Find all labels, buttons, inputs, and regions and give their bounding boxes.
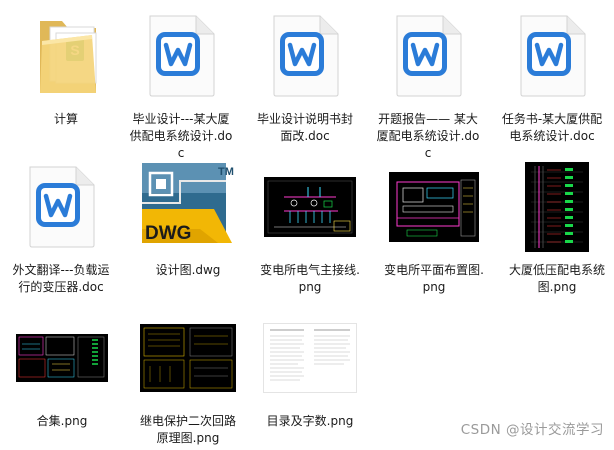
file-name: 任务书-某大厦供配电系统设计.doc xyxy=(501,112,603,143)
image-thumbnail-icon xyxy=(382,159,486,255)
image-thumbnail-icon xyxy=(258,310,362,406)
file-name: 外文翻译---负载运行的变压器.doc xyxy=(12,263,110,294)
dwg-file-icon: DWG TM xyxy=(136,159,240,255)
dwg-badge-text: DWG xyxy=(145,223,191,244)
file-name: 目录及字数.png xyxy=(266,414,354,428)
image-thumbnail-icon xyxy=(505,159,609,255)
dwg-tm-text: TM xyxy=(218,166,234,178)
file-name: 设计图.dwg xyxy=(155,263,221,277)
word-doc-icon xyxy=(500,8,604,104)
folder-icon: S xyxy=(14,8,118,104)
word-doc-icon xyxy=(9,159,113,255)
file-name: 毕业设计---某大厦供配电系统设计.doc xyxy=(129,112,233,160)
word-doc-icon xyxy=(129,8,233,104)
file-name: 大厦低压配电系统图.png xyxy=(508,263,605,294)
file-name: 开题报告—— 某大厦配电系统设计.doc xyxy=(376,112,480,160)
image-thumbnail-icon xyxy=(10,310,114,406)
file-name: 变电所平面布置图.png xyxy=(384,263,484,294)
word-doc-icon xyxy=(376,8,480,104)
file-name: 继电保护二次回路原理图.png xyxy=(139,414,236,445)
image-thumbnail-icon xyxy=(258,159,362,255)
file-name: 变电所电气主接线.png xyxy=(260,263,360,294)
file-name: 合集.png xyxy=(36,414,88,428)
file-name: 计算 xyxy=(53,112,78,126)
watermark: CSDN @设计交流学习 xyxy=(460,422,604,438)
image-thumbnail-icon xyxy=(136,310,240,406)
word-doc-icon xyxy=(253,8,357,104)
file-name: 毕业设计说明书封面改.doc xyxy=(256,112,353,143)
